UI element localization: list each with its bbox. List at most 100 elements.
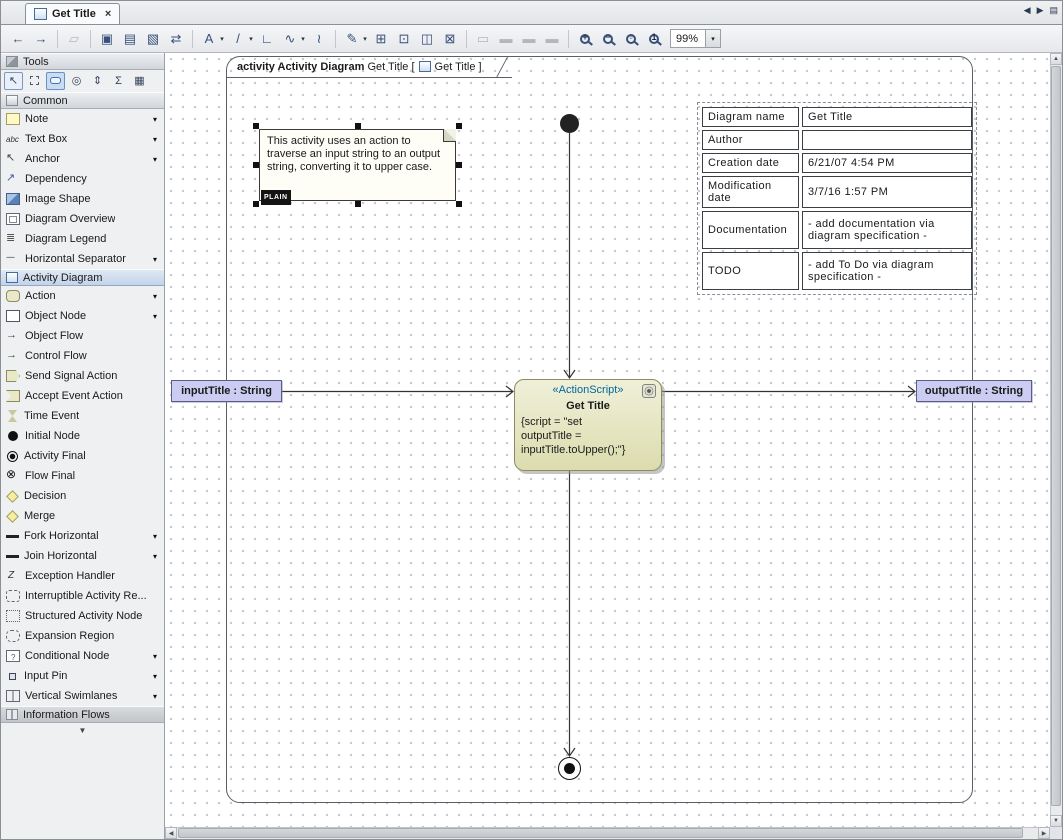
sidebar-item-decision[interactable]: Decision	[1, 486, 164, 506]
zoom-in-button[interactable]: +	[574, 28, 596, 49]
target-tool-button[interactable]: ◎	[67, 72, 86, 90]
resize-button-1[interactable]: ▬	[495, 28, 517, 49]
copy-button[interactable]: ▣	[96, 28, 118, 49]
palette-header-tools[interactable]: Tools	[1, 53, 164, 70]
sidebar-item-join-horizontal[interactable]: Join Horizontal▾	[1, 546, 164, 566]
chevron-down-icon[interactable]: ▾	[705, 30, 720, 47]
zoom-out-button[interactable]: −	[597, 28, 619, 49]
delete-button[interactable]: ▧	[142, 28, 164, 49]
horizontal-scroll-thumb[interactable]	[178, 828, 1023, 838]
diagram-info-table[interactable]: Diagram name Get Title Author Creation d…	[697, 102, 977, 295]
chevron-down-icon[interactable]: ▾	[153, 692, 157, 701]
chevron-down-icon[interactable]: ▾	[153, 255, 157, 264]
scroll-right-icon[interactable]: ▶	[1038, 827, 1050, 839]
insert-frame-button[interactable]: ⊞	[370, 28, 392, 49]
fit-to-window-button[interactable]: ▭	[472, 28, 494, 49]
sidebar-item-fork-horizontal[interactable]: Fork Horizontal▾	[1, 526, 164, 546]
sidebar-item-note[interactable]: Note▾	[1, 109, 164, 129]
shape-tool-button[interactable]	[46, 72, 65, 90]
sum-tool-button[interactable]: Σ	[109, 72, 128, 90]
back-button[interactable]: ←	[7, 28, 29, 49]
sidebar-item-input-pin[interactable]: Input Pin▾	[1, 666, 164, 686]
sidebar-item-accept-event-action[interactable]: Accept Event Action	[1, 386, 164, 406]
route-curved-button[interactable]: ∿	[279, 28, 301, 49]
zoom-1-1-button[interactable]: 1	[643, 28, 665, 49]
sidebar-item-image-shape[interactable]: Image Shape	[1, 189, 164, 209]
sidebar-item-dependency[interactable]: Dependency	[1, 169, 164, 189]
insert-content-button[interactable]: ⊡	[393, 28, 415, 49]
chevron-down-icon[interactable]: ▾	[153, 292, 157, 301]
chevron-down-icon[interactable]: ▾	[153, 672, 157, 681]
sidebar-item-time-event[interactable]: Time Event	[1, 406, 164, 426]
layout-button[interactable]: A	[198, 28, 220, 49]
selection-handle[interactable]	[355, 201, 361, 207]
scroll-down-icon[interactable]: ▼	[1050, 815, 1062, 827]
sidebar-item-action[interactable]: Action▾	[1, 286, 164, 306]
sidebar-item-flow-final[interactable]: Flow Final	[1, 466, 164, 486]
vertical-scrollbar[interactable]: ▲ ▼	[1050, 53, 1062, 827]
related-elements-button[interactable]: ▱	[63, 28, 85, 49]
dependency-matrix-button[interactable]: ⊠	[439, 28, 461, 49]
sidebar-item-expansion-region[interactable]: Expansion Region	[1, 626, 164, 646]
chevron-down-icon[interactable]: ▾	[153, 115, 157, 124]
scroll-left-icon[interactable]: ◀	[165, 827, 177, 839]
pointer-tool-button[interactable]: ↖	[4, 72, 23, 90]
sidebar-item-vertical-swimlanes[interactable]: Vertical Swimlanes▾	[1, 686, 164, 706]
selection-handle[interactable]	[253, 123, 259, 129]
resize-button-2[interactable]: ▬	[518, 28, 540, 49]
palette-header-common[interactable]: Common	[1, 92, 164, 109]
selection-handle[interactable]	[456, 162, 462, 168]
selection-handle[interactable]	[456, 123, 462, 129]
sidebar-item-exception-handler[interactable]: Exception Handler	[1, 566, 164, 586]
selection-handle[interactable]	[355, 123, 361, 129]
grid-tool-button[interactable]: ▦	[130, 72, 149, 90]
route-rectilinear-button[interactable]: ∟	[256, 28, 278, 49]
zoom-select[interactable]: 99% ▾	[670, 29, 721, 48]
sidebar-item-horizontal-separator[interactable]: Horizontal Separator▾	[1, 249, 164, 269]
draw-path-button[interactable]: ✎	[341, 28, 363, 49]
sidebar-item-anchor[interactable]: Anchor▾	[1, 149, 164, 169]
chevron-down-icon[interactable]: ▾	[153, 155, 157, 164]
horizontal-scrollbar[interactable]: ◀ ▶	[165, 827, 1050, 839]
sidebar-item-diagram-overview[interactable]: Diagram Overview	[1, 209, 164, 229]
marquee-tool-button[interactable]	[25, 72, 44, 90]
note-shape[interactable]: This activity uses an action to traverse…	[259, 129, 456, 201]
action-node-get-title[interactable]: «ActionScript» Get Title {script = "set …	[514, 379, 662, 471]
sidebar-item-object-flow[interactable]: Object Flow	[1, 326, 164, 346]
sidebar-item-initial-node[interactable]: Initial Node	[1, 426, 164, 446]
zoom-fit-button[interactable]: ▫	[620, 28, 642, 49]
forward-button[interactable]: →	[30, 28, 52, 49]
selection-handle[interactable]	[253, 201, 259, 207]
tab-get-title[interactable]: Get Title ×	[25, 3, 120, 24]
palette-header-activity-diagram[interactable]: Activity Diagram	[1, 269, 164, 286]
vertical-scroll-thumb[interactable]	[1051, 66, 1061, 806]
sidebar-item-text-box[interactable]: Text Box▾	[1, 129, 164, 149]
sidebar-item-conditional-node[interactable]: Conditional Node▾	[1, 646, 164, 666]
route-spline-button[interactable]: ≀	[308, 28, 330, 49]
initial-node[interactable]	[560, 114, 579, 133]
route-oblique-button[interactable]: /	[227, 28, 249, 49]
diagram-canvas[interactable]: activity Activity Diagram Get Title [Get…	[165, 53, 1050, 827]
chevron-down-icon[interactable]: ▾	[153, 532, 157, 541]
chevron-down-icon[interactable]: ▾	[153, 312, 157, 321]
resize-button-3[interactable]: ▬	[541, 28, 563, 49]
sidebar-item-diagram-legend[interactable]: Diagram Legend	[1, 229, 164, 249]
sidebar-item-merge[interactable]: Merge	[1, 506, 164, 526]
sidebar-item-structured-activity-node[interactable]: Structured Activity Node	[1, 606, 164, 626]
scroll-up-icon[interactable]: ▲	[1050, 53, 1062, 65]
sidebar-item-send-signal-action[interactable]: Send Signal Action	[1, 366, 164, 386]
sidebar-item-object-node[interactable]: Object Node▾	[1, 306, 164, 326]
insert-legend-button[interactable]: ◫	[416, 28, 438, 49]
sidebar-item-interruptible-activity-region[interactable]: Interruptible Activity Re...	[1, 586, 164, 606]
paste-button[interactable]: ▤	[119, 28, 141, 49]
note-plain-mode-badge[interactable]: PLAIN	[261, 190, 291, 205]
selection-handle[interactable]	[456, 201, 462, 207]
exchange-button[interactable]: ⇄	[165, 28, 187, 49]
output-parameter-node[interactable]: outputTitle : String	[916, 380, 1032, 402]
tab-next-icon[interactable]: ▶	[1037, 5, 1044, 16]
vertical-tool-button[interactable]: ⇕	[88, 72, 107, 90]
input-parameter-node[interactable]: inputTitle : String	[171, 380, 282, 402]
tab-list-icon[interactable]: ▤	[1049, 5, 1058, 16]
selection-handle[interactable]	[253, 162, 259, 168]
palette-overflow-button[interactable]: ▼	[1, 723, 164, 738]
